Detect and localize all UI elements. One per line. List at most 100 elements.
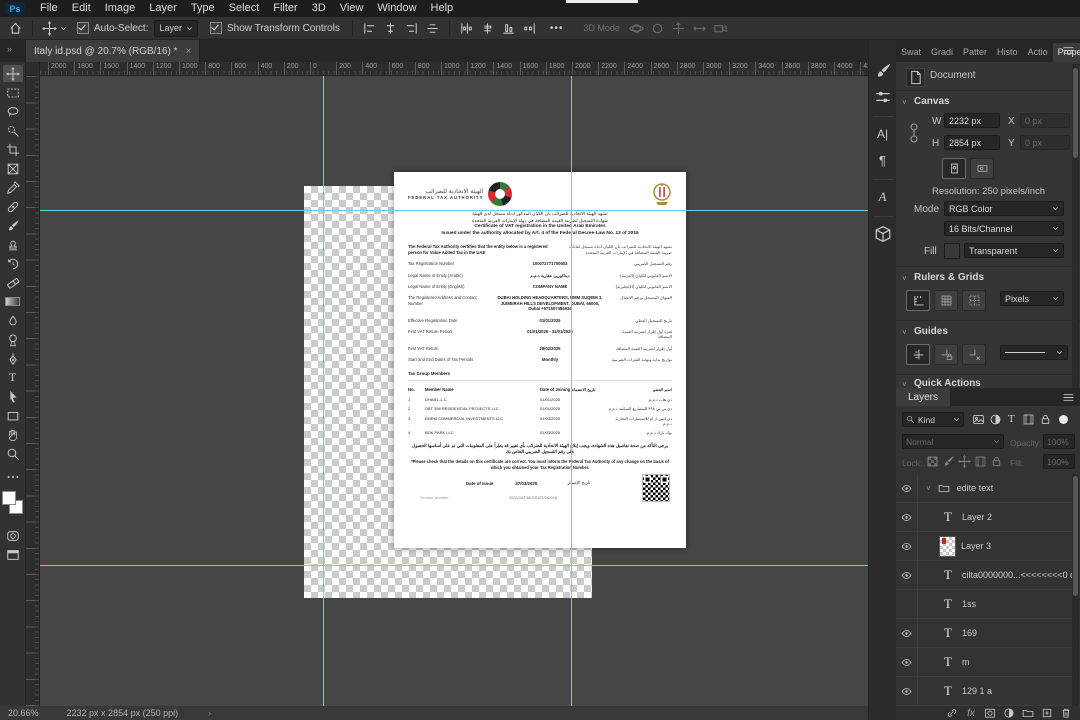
auto-select-checkbox[interactable]: [77, 22, 89, 34]
type-tool[interactable]: T: [3, 369, 23, 386]
collapse-toolbar-icon[interactable]: »: [7, 44, 12, 54]
status-chevron-icon[interactable]: ›: [208, 708, 211, 718]
brush-tool[interactable]: [3, 217, 23, 234]
more-options[interactable]: •••: [550, 23, 564, 34]
align-left-edges-icon[interactable]: [362, 21, 377, 36]
menu-edit[interactable]: Edit: [65, 0, 98, 17]
brush-settings-icon[interactable]: [874, 62, 892, 80]
tool-presets-icon[interactable]: [874, 88, 892, 106]
distribute-left-icon[interactable]: [459, 21, 474, 36]
lock-transparency-icon[interactable]: [926, 455, 939, 468]
menu-file[interactable]: File: [33, 0, 65, 17]
frame-tool[interactable]: [3, 160, 23, 177]
tab-patter[interactable]: Patter: [958, 43, 992, 62]
filter-smart-objects-icon[interactable]: [1039, 413, 1052, 426]
horizontal-ruler[interactable]: 2000 1800 1600 1400 1200 1000 800 600 400 200 0 200…: [40, 62, 868, 76]
zoom-level[interactable]: 20.66%: [8, 708, 39, 718]
marquee-tool[interactable]: [3, 84, 23, 101]
vertical-ruler[interactable]: [26, 76, 40, 706]
guide-vertical-2[interactable]: [571, 76, 572, 706]
layer-visibility-toggle[interactable]: [896, 532, 918, 560]
guide-style-dropdown[interactable]: [1000, 345, 1068, 360]
zoom-tool[interactable]: [3, 445, 23, 462]
filter-adjustment-layers-icon[interactable]: [989, 413, 1002, 426]
document-tab[interactable]: Italy id.psd @ 20.7% (RGB/16) * ×: [26, 40, 201, 62]
shape-tool[interactable]: [3, 407, 23, 424]
layer-visibility-toggle[interactable]: [896, 561, 918, 589]
libraries-panel-icon[interactable]: [874, 225, 892, 243]
distribute-right-icon[interactable]: [522, 21, 537, 36]
chevron-down-icon[interactable]: [60, 25, 67, 32]
menu-select[interactable]: Select: [222, 0, 267, 17]
canvas-area[interactable]: الهيئة الاتحادية للضرائب FEDERAL TAX AUT…: [40, 76, 868, 706]
canvas-height-field[interactable]: 2854 px: [944, 135, 1000, 150]
distribute-center-icon[interactable]: [480, 21, 495, 36]
foreground-color[interactable]: [1, 491, 16, 505]
tab-histo[interactable]: Histo: [992, 43, 1023, 62]
toggle-grid-button[interactable]: [934, 290, 958, 311]
layer-visibility-toggle[interactable]: [896, 474, 918, 502]
layer-row-body[interactable]: T 1ss: [918, 596, 976, 612]
orientation-landscape-button[interactable]: [970, 158, 994, 179]
filter-type-layers-icon[interactable]: T: [1008, 413, 1015, 425]
lock-artboard-icon[interactable]: [974, 455, 987, 468]
menu-window[interactable]: Window: [370, 0, 423, 17]
screen-mode-icon[interactable]: [3, 546, 23, 563]
blur-tool[interactable]: [3, 312, 23, 329]
lasso-tool[interactable]: [3, 103, 23, 120]
lock-all-icon[interactable]: [990, 455, 1003, 468]
layer-row[interactable]: T Layer 2: [896, 503, 1080, 532]
layer-filter-dropdown[interactable]: Kind: [902, 412, 964, 427]
move-tool-icon[interactable]: [42, 20, 57, 36]
layers-tab[interactable]: Layers: [896, 388, 951, 406]
menu-layer[interactable]: Layer: [142, 0, 184, 17]
adjustment-layer-icon[interactable]: [1003, 707, 1015, 719]
crop-tool[interactable]: [3, 141, 23, 158]
menu-help[interactable]: Help: [424, 0, 461, 17]
toggle-rulers-button[interactable]: [906, 290, 930, 311]
lock-pixels-icon[interactable]: [942, 455, 955, 468]
character-panel-icon[interactable]: A|: [874, 125, 892, 143]
toolbar-more-icon[interactable]: [3, 468, 23, 485]
ruler-units-dropdown[interactable]: Pixels: [1000, 291, 1064, 306]
auto-select-target-dropdown[interactable]: Layer: [154, 19, 198, 37]
chevron-down-icon[interactable]: ˅: [926, 484, 931, 493]
layer-row[interactable]: Layer 3: [896, 532, 1080, 561]
quick-mask-icon[interactable]: [3, 527, 23, 544]
layer-row-body[interactable]: T 169: [918, 625, 977, 641]
layer-row[interactable]: Tm: [896, 648, 1080, 677]
gradient-tool[interactable]: [3, 293, 23, 310]
dodge-tool[interactable]: [3, 331, 23, 348]
align-vertical-centers-icon[interactable]: [425, 21, 440, 36]
layer-visibility-toggle[interactable]: [896, 590, 918, 618]
scrollbar[interactable]: [1072, 474, 1079, 706]
tab-swat[interactable]: Swat: [896, 43, 926, 62]
link-layers-icon[interactable]: [946, 707, 958, 719]
layer-visibility-toggle[interactable]: [896, 677, 918, 705]
menu-view[interactable]: View: [333, 0, 371, 17]
layer-visibility-toggle[interactable]: [896, 503, 918, 531]
pen-tool[interactable]: [3, 350, 23, 367]
layer-row-body[interactable]: Tm: [918, 654, 969, 670]
layer-row-body[interactable]: Layer 3: [918, 535, 991, 557]
fill-dropdown[interactable]: Transparent: [964, 243, 1064, 258]
foreground-background-colors[interactable]: [1, 491, 24, 517]
glyphs-panel-icon[interactable]: A: [874, 188, 892, 206]
orientation-portrait-button[interactable]: [942, 158, 966, 179]
scrollbar[interactable]: [1072, 64, 1079, 388]
layer-row-body[interactable]: T Layer 2: [918, 509, 992, 525]
chevron-down-icon[interactable]: ˅: [902, 274, 907, 283]
lock-position-icon[interactable]: [958, 455, 971, 468]
path-select-tool[interactable]: [3, 388, 23, 405]
fill-swatch[interactable]: [944, 243, 960, 259]
close-tab-icon[interactable]: ×: [186, 46, 192, 57]
layer-row[interactable]: T 169: [896, 619, 1080, 648]
layer-visibility-toggle[interactable]: [896, 648, 918, 676]
layer-row-body[interactable]: ˅ edite text: [918, 482, 993, 494]
eyedropper-tool[interactable]: [3, 179, 23, 196]
panel-menu-icon[interactable]: [1062, 391, 1075, 404]
align-horizontal-centers-icon[interactable]: [383, 21, 398, 36]
layer-row[interactable]: T 129 1 a: [896, 677, 1080, 706]
hand-tool[interactable]: [3, 426, 23, 443]
mode-dropdown[interactable]: RGB Color: [944, 201, 1064, 216]
